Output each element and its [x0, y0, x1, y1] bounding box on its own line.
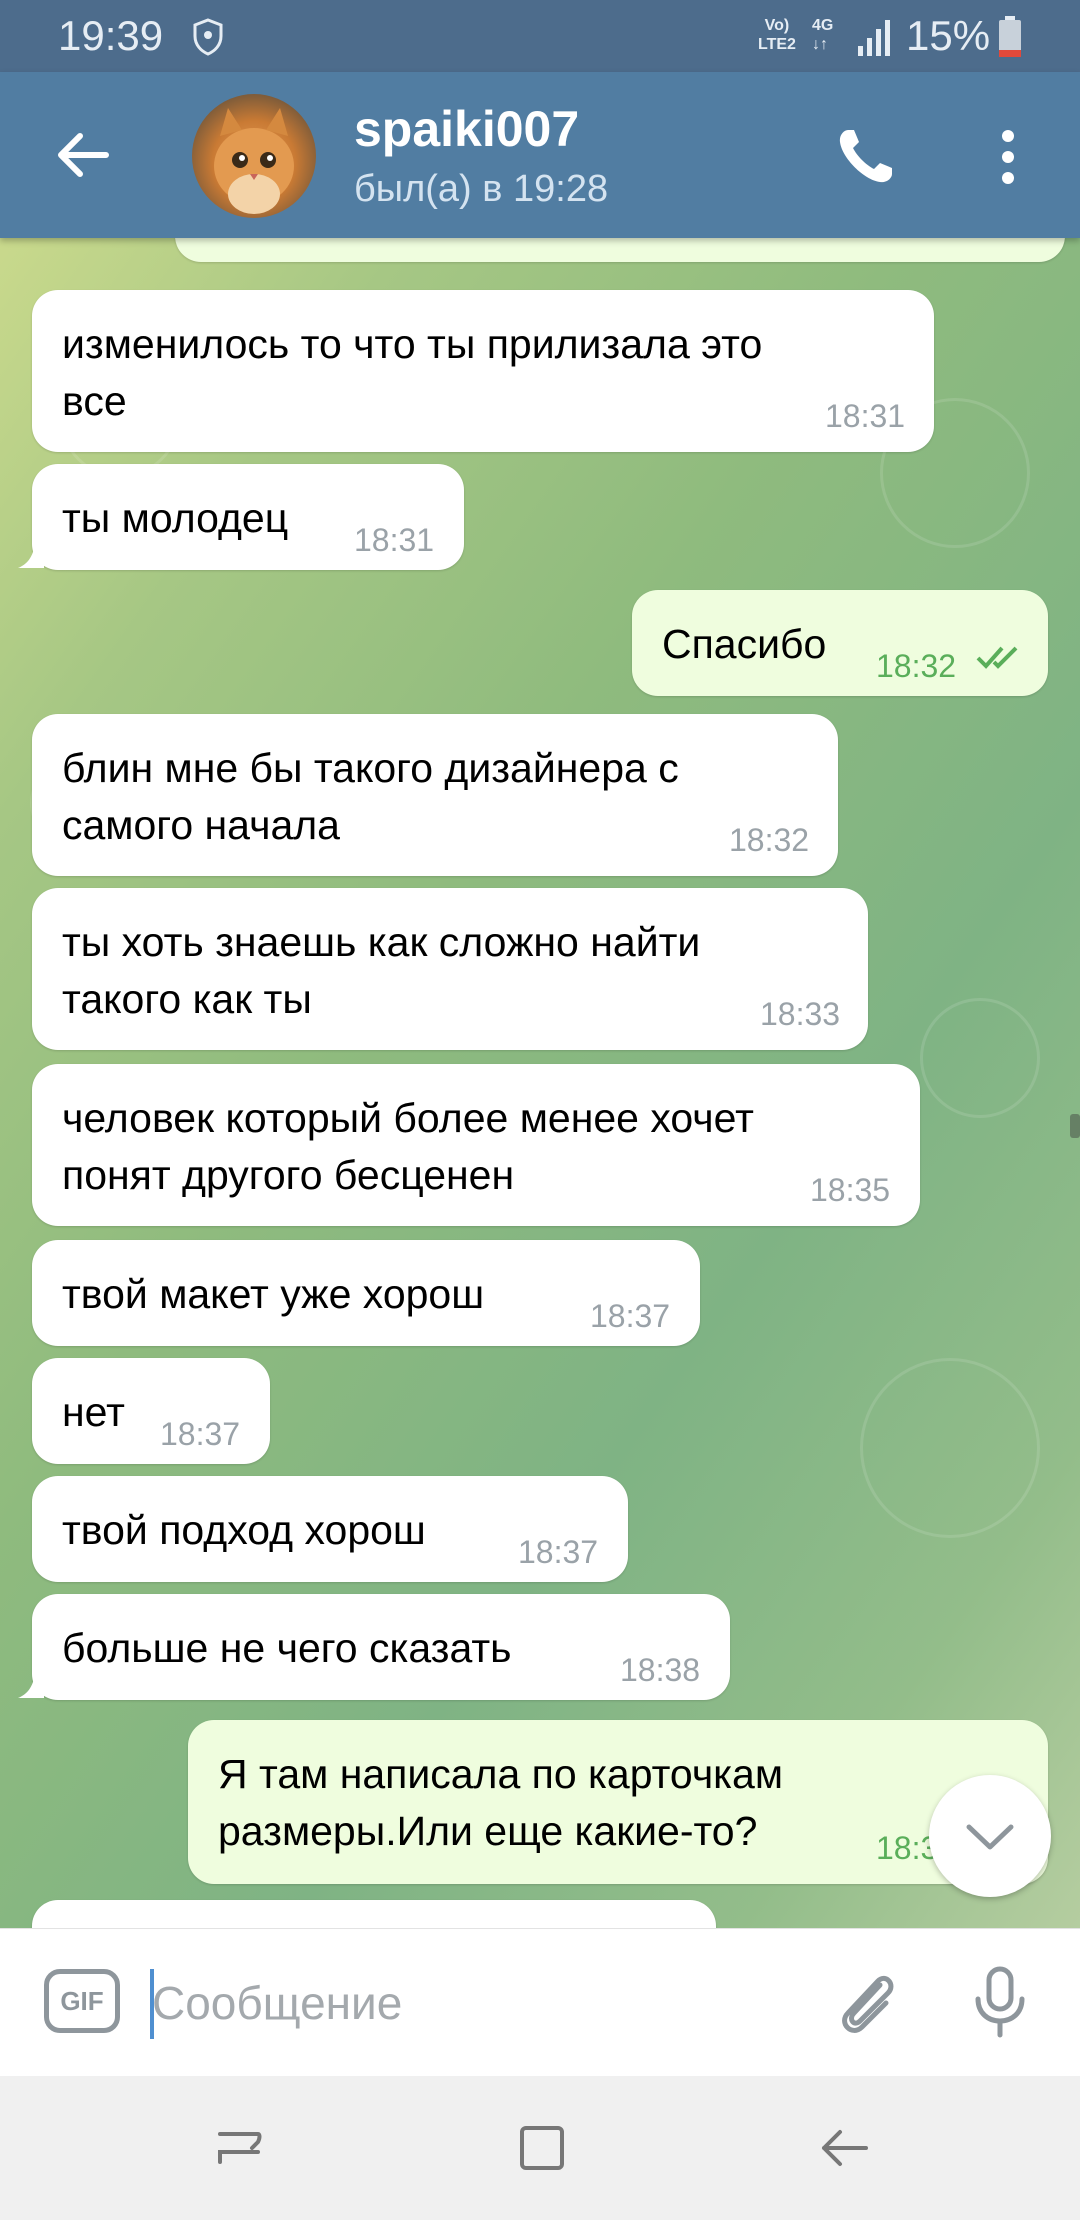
recents-icon[interactable]: [212, 2120, 268, 2176]
microphone-icon[interactable]: [970, 1963, 1030, 2043]
battery-icon: [999, 16, 1021, 57]
back-arrow-icon[interactable]: [48, 120, 118, 190]
message-incoming[interactable]: ты молодец 18:31: [32, 464, 464, 570]
message-incoming[interactable]: [32, 1900, 716, 1928]
doodle-pattern: [860, 1358, 1040, 1538]
message-outgoing[interactable]: 18:18: [175, 238, 1065, 262]
contact-name[interactable]: spaiki007: [354, 100, 579, 158]
cat-avatar-image: [214, 108, 294, 214]
bubble-tail: [18, 1668, 44, 1698]
message-incoming[interactable]: ты хоть знаешь как сложно найти такого к…: [32, 888, 868, 1050]
scroll-down-button[interactable]: [929, 1775, 1051, 1897]
home-icon[interactable]: [514, 2120, 570, 2176]
signal-icon: [858, 20, 890, 56]
scroll-indicator[interactable]: [1070, 1114, 1080, 1138]
doodle-pattern: [920, 998, 1040, 1118]
message-incoming[interactable]: твой подход хорош 18:37: [32, 1476, 628, 1582]
network-4g: 4G ↓↑: [812, 17, 834, 53]
bubble-tail: [18, 538, 44, 568]
message-outgoing[interactable]: Спасибо 18:32: [632, 590, 1048, 696]
message-incoming[interactable]: изменилось то что ты прилизала это все 1…: [32, 290, 934, 452]
network-volte: Vo) LTE2: [758, 17, 796, 53]
message-incoming[interactable]: нет 18:37: [32, 1358, 270, 1464]
message-outgoing[interactable]: Я там написала по карточкам размеры.Или …: [188, 1720, 1048, 1884]
chat-header: spaiki007 был(а) в 19:28: [0, 72, 1080, 238]
contact-last-seen: был(а) в 19:28: [354, 168, 609, 210]
avatar[interactable]: [192, 94, 316, 218]
battery-percent: 15%: [906, 12, 991, 59]
message-list[interactable]: 18:18 изменилось то что ты прилизала это…: [0, 238, 1080, 1928]
message-input[interactable]: [152, 1961, 792, 2045]
gif-button[interactable]: GIF: [44, 1969, 120, 2033]
status-time: 19:39: [58, 12, 164, 59]
more-vert-icon[interactable]: [986, 122, 1030, 192]
message-composer: GIF: [0, 1928, 1080, 2076]
message-incoming[interactable]: человек который более менее хочет понят …: [32, 1064, 920, 1226]
message-incoming[interactable]: больше не чего сказать 18:38: [32, 1594, 730, 1700]
shield-icon: [193, 18, 223, 56]
system-nav-bar: [0, 2076, 1080, 2220]
message-incoming[interactable]: твой макет уже хорош 18:37: [32, 1240, 700, 1346]
message-incoming[interactable]: блин мне бы такого дизайнера с самого на…: [32, 714, 838, 876]
nav-back-icon[interactable]: [816, 2120, 872, 2176]
status-bar: 19:39 Vo) LTE2 4G ↓↑ 15%: [0, 0, 1080, 72]
chevron-down-icon: [966, 1824, 1014, 1850]
phone-icon[interactable]: [830, 122, 900, 192]
double-check-icon: [976, 646, 1018, 669]
paperclip-icon[interactable]: [828, 1963, 904, 2043]
